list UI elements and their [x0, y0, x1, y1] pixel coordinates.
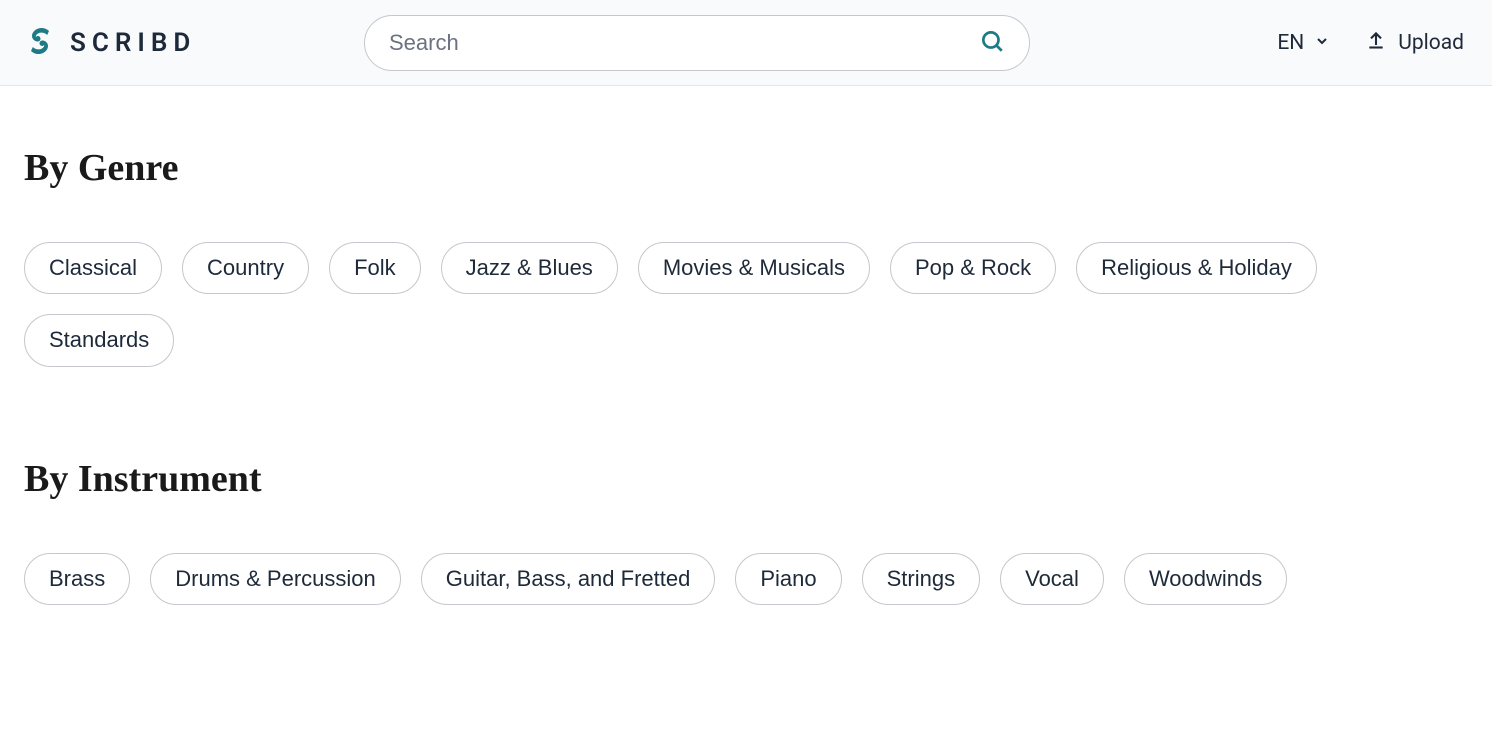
genre-pill-row: Classical Country Folk Jazz & Blues Movi…	[24, 242, 1468, 367]
search-bar[interactable]	[364, 15, 1030, 71]
instrument-pill-woodwinds[interactable]: Woodwinds	[1124, 553, 1287, 605]
chevron-down-icon	[1314, 31, 1330, 55]
upload-label: Upload	[1398, 31, 1464, 55]
scribd-logo-icon	[24, 25, 56, 61]
instrument-pill-brass[interactable]: Brass	[24, 553, 130, 605]
upload-icon	[1366, 30, 1386, 56]
main-content: By Genre Classical Country Folk Jazz & B…	[0, 86, 1492, 735]
language-label: EN	[1277, 31, 1304, 55]
header: SCRIBD EN	[0, 0, 1492, 86]
brand-logo[interactable]: SCRIBD	[24, 25, 364, 61]
genre-pill-country[interactable]: Country	[182, 242, 309, 294]
genre-pill-movies-musicals[interactable]: Movies & Musicals	[638, 242, 870, 294]
instrument-pill-vocal[interactable]: Vocal	[1000, 553, 1104, 605]
search-input[interactable]	[389, 30, 979, 56]
header-right: EN Upload	[1277, 30, 1468, 56]
instrument-pill-piano[interactable]: Piano	[735, 553, 841, 605]
genre-pill-folk[interactable]: Folk	[329, 242, 421, 294]
upload-button[interactable]: Upload	[1366, 30, 1464, 56]
genre-heading: By Genre	[24, 146, 1468, 190]
language-selector[interactable]: EN	[1277, 31, 1330, 55]
search-container	[364, 15, 1030, 71]
genre-pill-jazz-blues[interactable]: Jazz & Blues	[441, 242, 618, 294]
genre-pill-classical[interactable]: Classical	[24, 242, 162, 294]
search-icon[interactable]	[979, 28, 1005, 58]
genre-pill-standards[interactable]: Standards	[24, 314, 174, 366]
instrument-heading: By Instrument	[24, 457, 1468, 501]
instrument-pill-row: Brass Drums & Percussion Guitar, Bass, a…	[24, 553, 1468, 605]
instrument-pill-strings[interactable]: Strings	[862, 553, 980, 605]
genre-pill-pop-rock[interactable]: Pop & Rock	[890, 242, 1056, 294]
instrument-pill-guitar-bass-fretted[interactable]: Guitar, Bass, and Fretted	[421, 553, 716, 605]
brand-name: SCRIBD	[70, 28, 196, 58]
genre-pill-religious-holiday[interactable]: Religious & Holiday	[1076, 242, 1317, 294]
instrument-pill-drums-percussion[interactable]: Drums & Percussion	[150, 553, 401, 605]
